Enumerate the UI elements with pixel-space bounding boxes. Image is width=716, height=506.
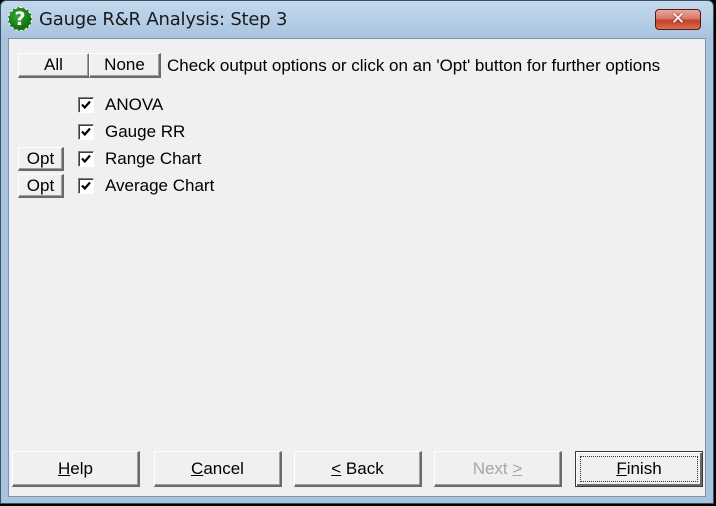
back-button-label: < Back [331, 459, 383, 478]
dialog-window: ? Gauge R&R Analysis: Step 3 ✕ All None … [0, 0, 714, 504]
range-chart-label: Range Chart [105, 149, 202, 168]
help-question-icon: ? [8, 7, 32, 31]
next-accel-key: > [512, 459, 523, 478]
average-chart-opt-button[interactable]: Opt [18, 174, 64, 198]
gauge-rr-checkbox[interactable] [78, 124, 94, 140]
instruction-text: Check output options or click on an 'Opt… [167, 56, 661, 75]
gauge-rr-label: Gauge RR [105, 122, 186, 141]
back-button[interactable]: < Back [294, 451, 422, 487]
window-title: Gauge R&R Analysis: Step 3 [39, 9, 288, 30]
cancel-accel-key: C [191, 459, 204, 478]
help-accel-key: H [58, 459, 71, 478]
cancel-label-post: ancel [203, 459, 244, 478]
title-bar[interactable]: ? Gauge R&R Analysis: Step 3 ✕ [1, 1, 713, 37]
finish-label-post: inish [626, 459, 662, 478]
next-button-label: Next > [473, 459, 523, 478]
cancel-button[interactable]: Cancel [154, 451, 282, 487]
finish-button-label: Finish [616, 459, 661, 478]
next-button[interactable]: Next > [434, 451, 562, 487]
select-none-button[interactable]: None [89, 53, 161, 78]
help-label-post: elp [70, 459, 93, 478]
close-icon: ✕ [670, 9, 686, 29]
close-button[interactable]: ✕ [655, 9, 701, 30]
finish-button[interactable]: Finish [575, 451, 703, 487]
checkmark-icon [81, 181, 91, 191]
back-label-post: Back [341, 459, 384, 478]
range-chart-opt-label: Opt [26, 149, 55, 168]
cancel-button-label: Cancel [191, 459, 244, 478]
checkmark-icon [81, 127, 91, 137]
next-label-pre: Next [472, 459, 513, 478]
average-chart-checkbox[interactable] [78, 178, 94, 194]
select-all-label: All [44, 55, 63, 74]
anova-checkbox[interactable] [78, 97, 94, 113]
finish-accel-key: F [616, 459, 627, 478]
range-chart-checkbox[interactable] [78, 151, 94, 167]
average-chart-opt-label: Opt [26, 176, 55, 195]
checkmark-icon [81, 100, 91, 110]
anova-label: ANOVA [105, 95, 164, 114]
help-button[interactable]: Help [12, 451, 140, 487]
back-accel-key: < [331, 459, 342, 478]
checkmark-icon [81, 154, 91, 164]
dialog-client-area: All None Check output options or click o… [8, 38, 706, 497]
select-all-button[interactable]: All [18, 53, 90, 78]
range-chart-opt-button[interactable]: Opt [18, 147, 64, 171]
help-button-label: Help [58, 459, 93, 478]
select-none-label: None [104, 55, 145, 74]
average-chart-label: Average Chart [105, 176, 215, 195]
